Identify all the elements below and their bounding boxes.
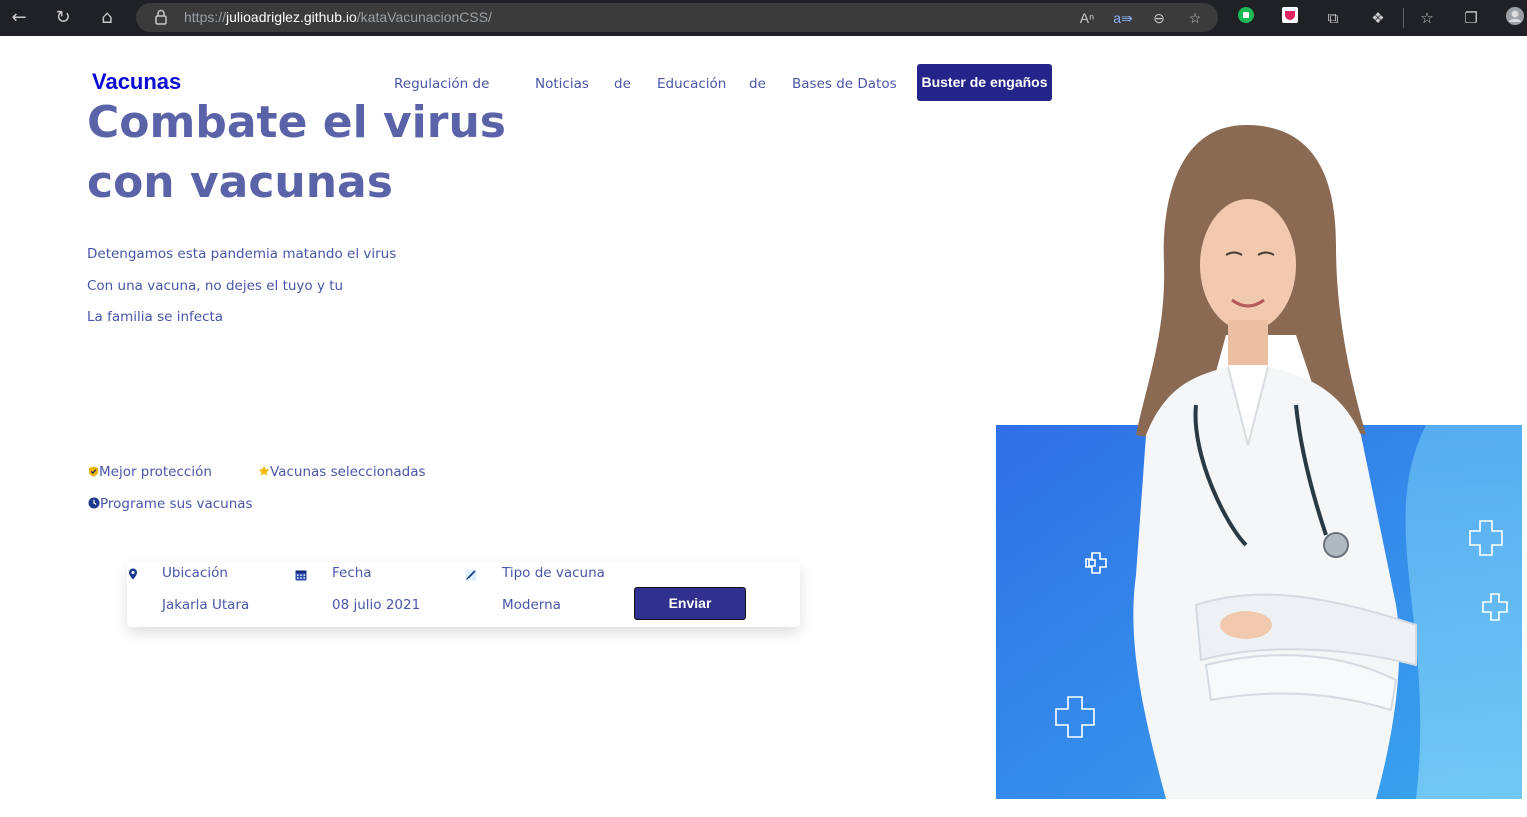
feature-selected-vaccines: Vacunas seleccionadas — [258, 464, 426, 480]
buster-button[interactable]: Buster de engaños — [917, 64, 1052, 101]
shield-check-icon — [89, 466, 98, 477]
hero-text-line-3: La familia se infecta — [87, 309, 224, 325]
nav-item-regulacion[interactable]: Regulación de — [394, 76, 489, 92]
profile-avatar-icon[interactable] — [1503, 6, 1527, 30]
hero-title-line-2: con vacunas — [87, 157, 393, 208]
vaccine-type-label: Tipo de vacuna — [502, 565, 605, 581]
hero-text-line-1: Detengamos esta pandemia matando el viru… — [87, 246, 397, 262]
read-aloud-icon[interactable]: Aⁿ — [1076, 7, 1098, 29]
calendar-icon — [295, 570, 307, 581]
favorites-icon[interactable]: ☆ — [1415, 6, 1439, 30]
hero-title: Combate el virus con vacunas — [87, 93, 507, 213]
url-text: https://julioadriglez.github.io/kataVacu… — [184, 9, 492, 25]
nav-item-noticias[interactable]: Noticias — [535, 76, 589, 92]
favorite-add-icon[interactable]: ☆ — [1184, 7, 1206, 29]
nav-item-de-2[interactable]: de — [749, 76, 766, 92]
submit-button[interactable]: Enviar — [634, 587, 746, 620]
feature-schedule: Programe sus vacunas — [88, 496, 253, 512]
screenshot-icon[interactable]: ⧉ — [1321, 6, 1345, 30]
doctor-hero-image — [996, 125, 1522, 799]
star-icon — [258, 465, 270, 476]
vaccine-type-value[interactable]: Moderna — [502, 597, 561, 613]
nav-item-educacion[interactable]: Educación — [657, 76, 726, 92]
translate-icon[interactable]: a⇛ — [1112, 7, 1134, 29]
location-value[interactable]: Jakarla Utara — [162, 597, 249, 613]
lock-icon — [155, 9, 167, 25]
nav-item-bases-de-datos[interactable]: Bases de Datos — [792, 76, 897, 92]
page: Vacunas Regulación de Noticias de Educac… — [0, 36, 1527, 817]
date-value[interactable]: 08 julio 2021 — [332, 597, 420, 613]
refresh-icon[interactable]: ↻ — [50, 5, 76, 31]
site-logo[interactable]: Vacunas — [92, 69, 181, 95]
feature-schedule-label: Programe sus vacunas — [100, 496, 253, 512]
home-icon[interactable]: ⌂ — [94, 5, 120, 31]
clock-icon — [88, 497, 100, 509]
zoom-icon[interactable]: ⊖ — [1148, 7, 1170, 29]
feature-protection: Mejor protección — [88, 464, 212, 480]
nav-item-de-1[interactable]: de — [614, 76, 631, 92]
location-label: Ubicación — [162, 565, 228, 581]
booking-form: Ubicación Jakarla Utara Fecha 08 julio 2… — [127, 562, 800, 627]
hero-title-line-1: Combate el virus — [87, 97, 506, 148]
back-icon[interactable]: ← — [6, 5, 32, 31]
toolbar-divider — [1403, 8, 1404, 28]
date-label: Fecha — [332, 565, 372, 581]
syringe-icon — [465, 569, 477, 581]
extension-green-icon[interactable] — [1234, 6, 1258, 30]
feature-selected-vaccines-label: Vacunas seleccionadas — [270, 464, 426, 480]
address-bar[interactable]: https://julioadriglez.github.io/kataVacu… — [136, 3, 1218, 32]
hero-text-line-2: Con una vacuna, no dejes el tuyo y tu — [87, 278, 344, 294]
feature-protection-label: Mejor protección — [99, 464, 212, 480]
browser-toolbar: ← ↻ ⌂ https://julioadriglez.github.io/ka… — [0, 0, 1527, 36]
extension-pocket-icon[interactable] — [1278, 6, 1302, 30]
extensions-puzzle-icon[interactable]: ❖ — [1366, 6, 1390, 30]
location-pin-icon — [129, 568, 137, 580]
collections-icon[interactable]: ❐ — [1459, 6, 1483, 30]
